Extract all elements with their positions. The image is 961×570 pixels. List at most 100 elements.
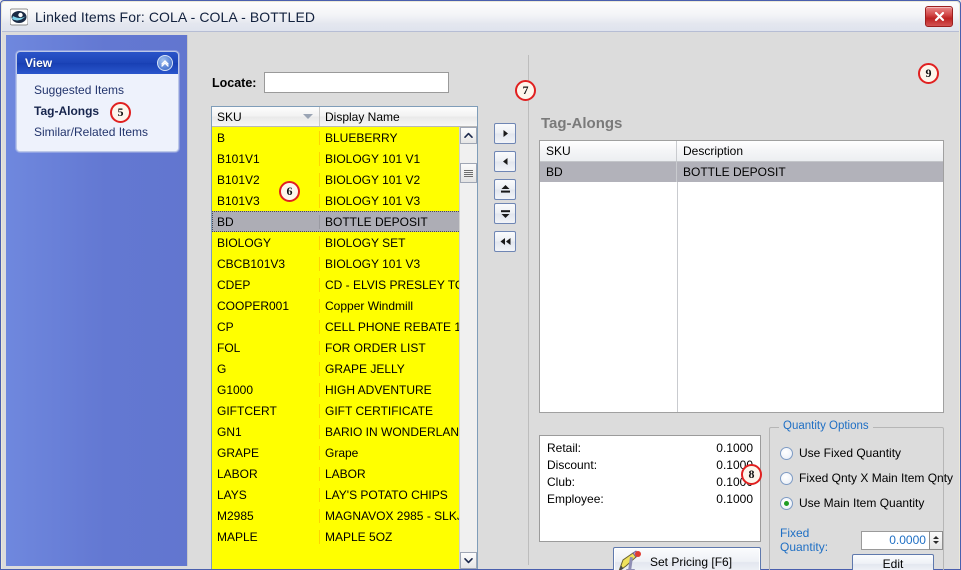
column-header-display-name-label: Display Name (325, 109, 400, 124)
sidebar-item-tag-alongs[interactable]: Tag-Alongs (17, 101, 178, 122)
sku-cell-sku: CBCB101V3 (212, 256, 320, 271)
dialog-body: View Suggested Items Tag-Alongs Similar/… (2, 32, 959, 570)
move-down-button[interactable] (494, 203, 516, 224)
radio-icon-use-fixed-quantity (780, 446, 793, 460)
sku-grid-rows: B BLUEBERRY B101V1 BIOLOGY 101 V1 B101V2 BIOL… (212, 127, 461, 569)
use-fixed-quantity-label: Use Fixed Quantity (799, 446, 902, 460)
sku-cell-display-name: MAGNAVOX 2985 - SLKJDFL (325, 508, 461, 523)
fixed-quantity-label: Fixed Quantity: (780, 526, 829, 554)
sku-cell-sku: GN1 (212, 424, 320, 439)
sku-cell-sku: GIFTCERT (212, 403, 320, 418)
column-header-tag-sku-label: SKU (546, 144, 571, 158)
arrow-right-icon (503, 130, 508, 137)
column-header-display-name[interactable]: Display Name (320, 107, 477, 126)
scrollbar-thumb[interactable] (460, 163, 477, 183)
view-task-panel-body: Suggested Items Tag-Alongs Similar/Relat… (17, 74, 178, 151)
sku-row[interactable]: M2985 MAGNAVOX 2985 - SLKJDFL (212, 505, 461, 526)
column-header-sku[interactable]: SKU (212, 107, 320, 126)
tag-along-cell-sku: BD (540, 162, 677, 182)
set-pricing-button[interactable]: Set Pricing [F6] (613, 547, 761, 570)
sku-row[interactable]: LABOR LABOR (212, 463, 461, 484)
chevron-up-circle-icon[interactable] (157, 55, 173, 71)
sku-cell-display-name: BARIO IN WONDERLAND (325, 424, 461, 439)
sku-cell-display-name: GRAPE JELLY (325, 361, 405, 376)
sku-cell-sku: B101V3 (212, 193, 320, 208)
fixed-qnty-x-main-item-qnty-radio[interactable]: Fixed Qnty X Main Item Qnty (780, 471, 953, 485)
sku-row[interactable]: GIFTCERT GIFT CERTIFICATE (212, 400, 461, 421)
callout-7: 7 (515, 80, 536, 101)
fixed-quantity-row: Fixed Quantity: 0.0000 (780, 526, 943, 554)
locate-label: Locate: (212, 75, 257, 90)
sku-row[interactable]: B101V2 BIOLOGY 101 V2 (212, 169, 461, 190)
window-close-button[interactable] (925, 6, 953, 27)
move-right-button[interactable] (494, 123, 516, 144)
sku-row-bd[interactable]: BD BOTTLE DEPOSIT (212, 211, 461, 232)
tag-alongs-panel: Tag-Alongs SKU Description BD BOTTLE DEPO… (528, 55, 953, 570)
sku-row[interactable]: CP CELL PHONE REBATE 100 (212, 316, 461, 337)
radio-icon-fixed-qnty-x-main (780, 471, 793, 485)
price-value-employee: 0.1000 (716, 492, 753, 506)
sku-cell-sku: COOPER001 (212, 298, 320, 313)
tag-alongs-grid: SKU Description BD BOTTLE DEPOSIT (539, 140, 944, 413)
sku-row[interactable]: GN1 BARIO IN WONDERLAND (212, 421, 461, 442)
window-title: Linked Items For: COLA - COLA - BOTTLED (35, 8, 316, 25)
use-main-item-quantity-label: Use Main Item Quantity (799, 496, 925, 510)
fixed-qnty-x-main-label: Fixed Qnty X Main Item Qnty (799, 471, 954, 485)
scroll-up-icon[interactable] (460, 127, 477, 144)
sku-row[interactable]: B101V3 BIOLOGY 101 V3 (212, 190, 461, 211)
price-label-retail: Retail: (547, 441, 582, 455)
sku-row[interactable]: BIOLOGY BIOLOGY SET (212, 232, 461, 253)
scrollbar-grip-icon (464, 169, 473, 178)
price-row-employee: Employee: 0.1000 (547, 491, 753, 508)
scroll-down-icon[interactable] (460, 552, 477, 569)
fixed-quantity-input[interactable]: 0.0000 (860, 530, 930, 550)
callout-8: 8 (741, 464, 762, 485)
tag-alongs-grid-rows: BD BOTTLE DEPOSIT (540, 162, 943, 412)
sku-cell-display-name: BIOLOGY SET (325, 235, 406, 250)
sku-grid-scrollbar[interactable] (459, 127, 477, 569)
sidebar-item-suggested-items[interactable]: Suggested Items (17, 80, 178, 101)
tag-alongs-grid-header: SKU Description (540, 141, 943, 162)
spinner-updown-icon[interactable] (928, 530, 943, 550)
sku-cell-sku: GRAPE (212, 445, 320, 460)
use-main-item-quantity-radio[interactable]: Use Main Item Quantity (780, 496, 924, 510)
tag-along-row[interactable]: BD BOTTLE DEPOSIT (540, 162, 943, 182)
sku-row[interactable]: MAPLE MAPLE 5OZ (212, 526, 461, 547)
sku-row[interactable]: CBCB101V3 BIOLOGY 101 V3 (212, 253, 461, 274)
arrow-left-icon (502, 158, 507, 165)
quantity-options-legend: Quantity Options (779, 420, 873, 432)
view-task-panel: View Suggested Items Tag-Alongs Similar/… (16, 51, 179, 152)
sku-row[interactable]: COOPER001 Copper Windmill (212, 295, 461, 316)
use-fixed-quantity-radio[interactable]: Use Fixed Quantity (780, 446, 901, 460)
sidebar-item-similar-related-items[interactable]: Similar/Related Items (17, 122, 178, 143)
sku-row[interactable]: B BLUEBERRY (212, 127, 461, 148)
remove-all-button[interactable] (494, 231, 516, 252)
main-content: Locate: SKU Display Name B BLUEBERRY B10… (189, 35, 955, 570)
edit-button[interactable]: Edit (852, 554, 934, 570)
sku-row[interactable]: LAYS LAY'S POTATO CHIPS (212, 484, 461, 505)
sku-cell-sku: M2985 (212, 508, 320, 523)
sku-row[interactable]: FOL FOR ORDER LIST (212, 337, 461, 358)
sku-grid: SKU Display Name B BLUEBERRY B101V1 BIOLOGY… (211, 106, 478, 569)
sku-row[interactable]: G1000 HIGH ADVENTURE (212, 379, 461, 400)
sku-cell-display-name: BIOLOGY 101 V3 (325, 256, 421, 271)
column-header-tag-description[interactable]: Description (677, 141, 943, 161)
locate-input[interactable] (264, 72, 450, 93)
move-up-button[interactable] (494, 179, 516, 200)
sku-cell-display-name: BIOLOGY 101 V3 (325, 193, 421, 208)
sku-grid-header: SKU Display Name (212, 107, 477, 127)
sku-row[interactable]: B101V1 BIOLOGY 101 V1 (212, 148, 461, 169)
sku-cell-display-name: MAPLE 5OZ (325, 529, 393, 544)
pricing-summary: Retail: 0.1000 Discount: 0.1000 Club: 0.… (539, 435, 761, 542)
column-header-tag-sku[interactable]: SKU (540, 141, 677, 161)
tag-alongs-column-divider (677, 182, 678, 412)
sku-cell-sku: BD (212, 214, 320, 229)
sku-row[interactable]: G GRAPE JELLY (212, 358, 461, 379)
sku-cell-sku: LAYS (212, 487, 320, 502)
sku-row[interactable]: GRAPE Grape (212, 442, 461, 463)
move-left-button[interactable] (494, 151, 516, 172)
sku-row[interactable]: CDEP CD - ELVIS PRESLEY TOUR (212, 274, 461, 295)
sku-cell-display-name: CD - ELVIS PRESLEY TOUR (325, 277, 461, 292)
transfer-buttons (494, 123, 516, 255)
callout-5: 5 (110, 102, 131, 123)
